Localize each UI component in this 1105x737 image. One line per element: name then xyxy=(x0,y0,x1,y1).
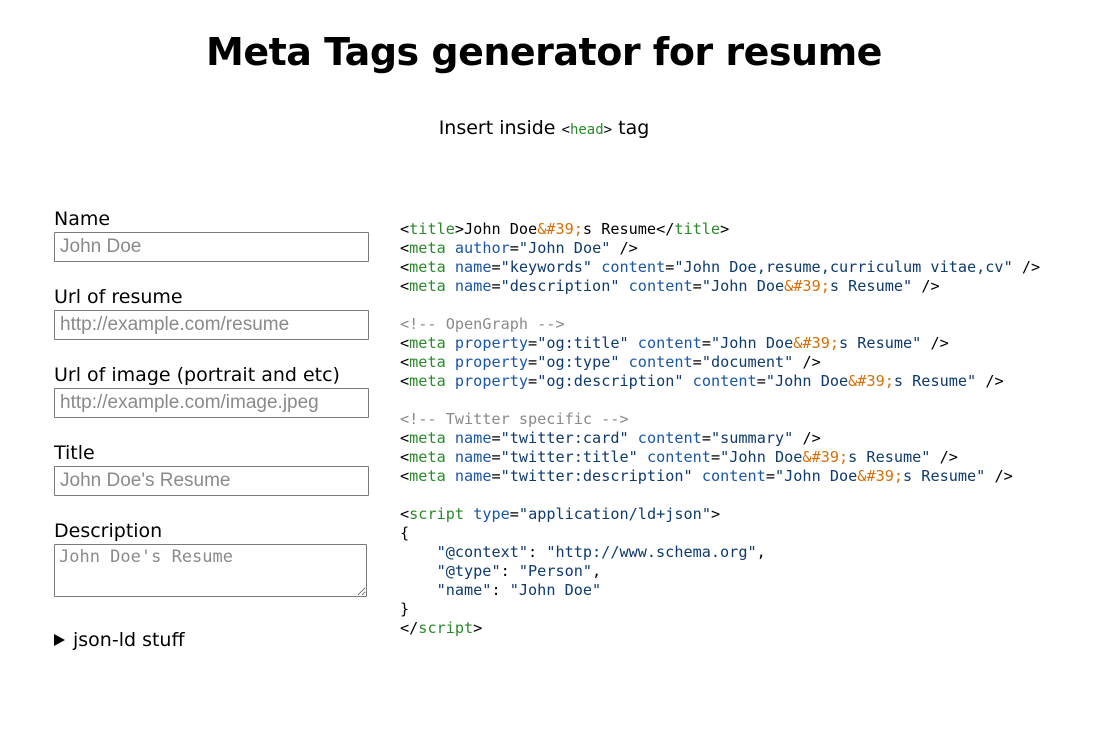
title-input[interactable] xyxy=(54,466,369,496)
image-url-label: Url of image (portrait and etc) xyxy=(54,364,340,386)
subtitle-prefix: Insert inside xyxy=(438,117,562,139)
generated-code: <title>John Doe&#39;s Resume</title> <me… xyxy=(400,220,1041,637)
page-title: Meta Tags generator for resume xyxy=(206,30,882,74)
resume-url-input[interactable] xyxy=(54,310,369,340)
resume-url-label: Url of resume xyxy=(54,286,183,308)
code-close: > xyxy=(603,122,613,138)
description-label: Description xyxy=(54,520,163,542)
subtitle: Insert inside <head> tag xyxy=(0,117,1088,139)
head-tag-code: <head> xyxy=(562,122,613,138)
subtitle-suffix: tag xyxy=(612,117,650,139)
name-label: Name xyxy=(54,208,111,230)
title-label: Title xyxy=(54,442,95,464)
code-tag: head xyxy=(569,122,604,138)
disclosure-triangle-icon xyxy=(54,634,65,646)
description-textarea[interactable] xyxy=(54,544,367,597)
image-url-input[interactable] xyxy=(54,388,369,418)
resume-form: Name Url of resume Url of image (portrai… xyxy=(54,207,374,651)
json-ld-details-label: json-ld stuff xyxy=(73,629,185,651)
json-ld-details-toggle[interactable]: json-ld stuff xyxy=(54,629,374,651)
code-open: < xyxy=(561,122,570,138)
name-input[interactable] xyxy=(54,232,369,262)
